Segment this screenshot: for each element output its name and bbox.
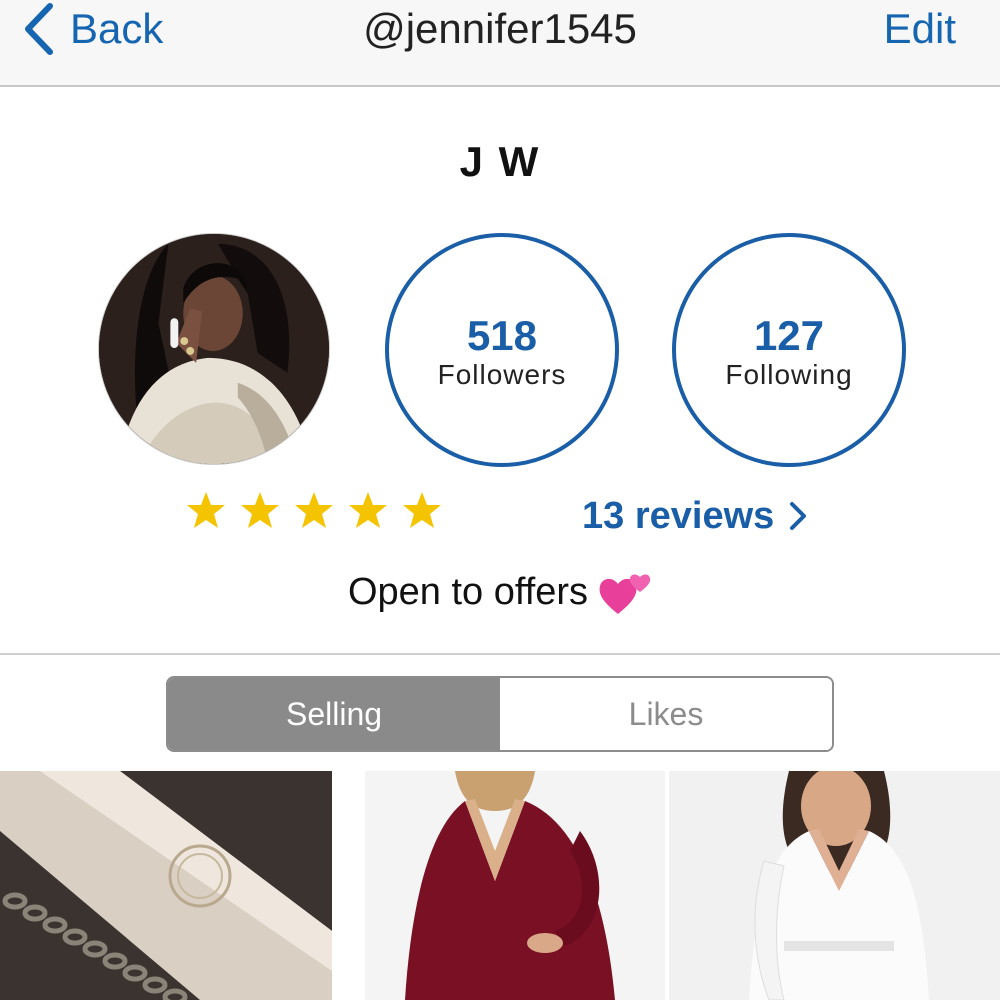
bio-text: Open to offers bbox=[347, 570, 589, 613]
avatar[interactable] bbox=[98, 233, 330, 465]
followers-label: Followers bbox=[437, 359, 567, 390]
listing-item[interactable] bbox=[365, 771, 665, 1000]
section-divider bbox=[0, 653, 1000, 655]
avatar-image bbox=[99, 234, 329, 464]
tab-selling[interactable]: Selling bbox=[168, 678, 500, 750]
star-icon bbox=[187, 492, 225, 528]
following-label: Following bbox=[725, 359, 853, 390]
rating-stars bbox=[186, 490, 442, 530]
page-title: @jennifer1545 bbox=[363, 5, 637, 52]
star-icon bbox=[295, 492, 333, 528]
burgundy-dress-image bbox=[365, 771, 665, 1000]
tab-likes[interactable]: Likes bbox=[500, 678, 832, 750]
star-icon bbox=[403, 492, 441, 528]
followers-stat[interactable]: 518 Followers bbox=[385, 233, 619, 467]
star-icon bbox=[241, 492, 279, 528]
white-dress-image bbox=[669, 771, 1000, 1000]
reviews-label: 13 reviews bbox=[582, 494, 775, 537]
listing-item[interactable] bbox=[669, 771, 1000, 1000]
star-icon bbox=[349, 492, 387, 528]
chevron-right-icon bbox=[790, 502, 807, 530]
following-count: 127 bbox=[753, 312, 825, 359]
reviews-link[interactable]: 13 reviews bbox=[582, 492, 808, 540]
edit-button[interactable]: Edit bbox=[884, 0, 956, 58]
profile-bio: Open to offers bbox=[0, 566, 1000, 618]
listing-item[interactable] bbox=[0, 771, 332, 1000]
listings-tab-control: Selling Likes bbox=[166, 676, 834, 752]
profile-name: J W bbox=[459, 138, 541, 185]
two-hearts-icon bbox=[599, 574, 651, 614]
following-stat[interactable]: 127 Following bbox=[672, 233, 906, 467]
chain-bracelet-image bbox=[0, 771, 332, 1000]
followers-count: 518 bbox=[466, 312, 538, 359]
navigation-bar: Back @jennifer1545 Edit bbox=[0, 0, 1000, 87]
